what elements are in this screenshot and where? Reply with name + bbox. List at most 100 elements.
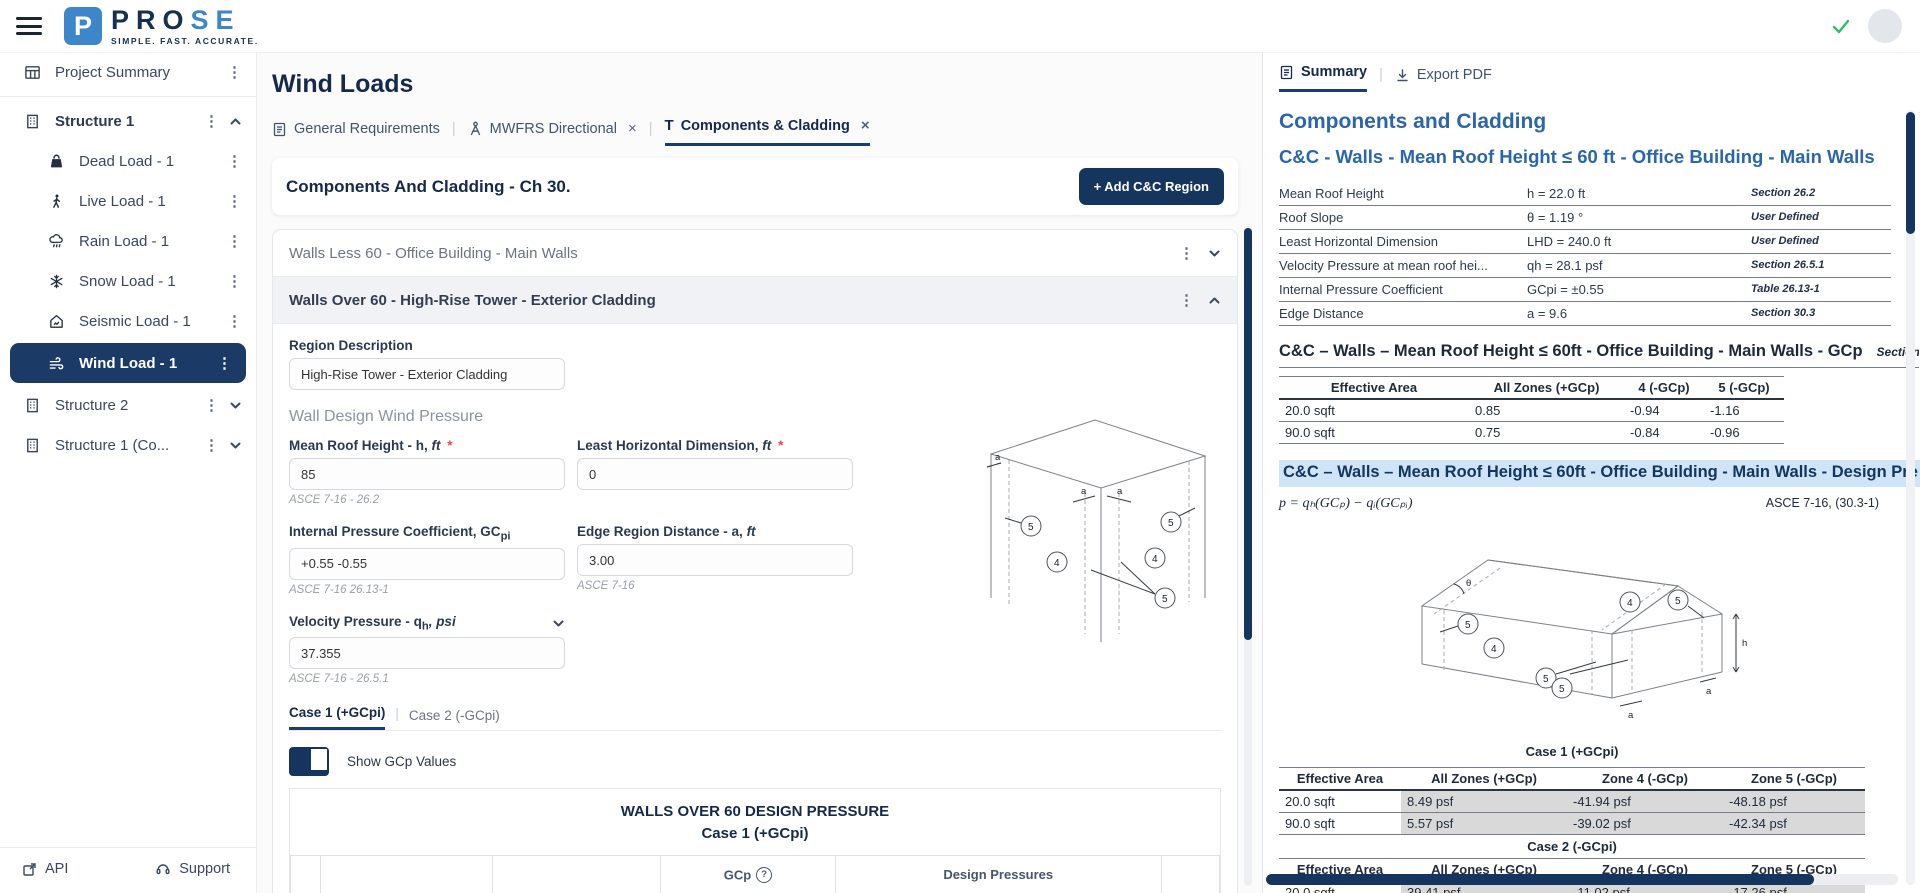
sidebar-item-rain-load[interactable]: Rain Load - 1 ⋮ bbox=[0, 221, 256, 261]
saved-check-icon bbox=[1832, 19, 1850, 34]
kebab-menu-icon[interactable]: ⋮ bbox=[227, 194, 242, 209]
api-link[interactable]: API bbox=[22, 861, 68, 877]
show-gcp-toggle-label: Show GCp Values bbox=[347, 754, 457, 770]
design-pressure-heading: C&C – Walls – Mean Roof Height ≤ 60ft - … bbox=[1279, 459, 1920, 487]
mwfrs-icon bbox=[468, 121, 483, 136]
sidebar-item-seismic-load[interactable]: Seismic Load - 1 ⋮ bbox=[0, 301, 256, 341]
sidebar-item-structure-2[interactable]: Structure 2 ⋮ bbox=[0, 385, 256, 425]
divider: | bbox=[395, 706, 399, 722]
summary-panel-tabs: Summary | Export PDF bbox=[1279, 52, 1890, 92]
help-icon[interactable]: ? bbox=[756, 866, 773, 883]
divider bbox=[0, 96, 256, 97]
kebab-menu-icon[interactable]: ⋮ bbox=[217, 356, 232, 371]
svg-text:5: 5 bbox=[1465, 620, 1471, 631]
menu-icon[interactable] bbox=[16, 17, 42, 35]
main-scrollbar-thumb[interactable] bbox=[1244, 228, 1252, 640]
snowflake-icon bbox=[48, 273, 65, 290]
accordion-walls-over-60[interactable]: Walls Over 60 - High-Rise Tower - Exteri… bbox=[273, 277, 1237, 324]
summary-panel: Summary | Export PDF Components and Clad… bbox=[1262, 52, 1920, 893]
asce-reference: ASCE 7-16 26.13-1 bbox=[289, 583, 389, 596]
svg-text:a: a bbox=[1706, 686, 1712, 697]
main-content: Wind Loads General Requirements | MWFRS … bbox=[256, 52, 1262, 893]
chevron-up-icon[interactable] bbox=[1208, 294, 1221, 307]
accordion-walls-less-60[interactable]: Walls Less 60 - Office Building - Main W… bbox=[273, 230, 1237, 277]
logo-badge: P bbox=[64, 7, 102, 45]
internal-pressure-coefficient-input[interactable] bbox=[289, 547, 565, 580]
svg-text:4: 4 bbox=[1152, 554, 1158, 565]
support-link[interactable]: Support bbox=[155, 861, 230, 877]
document-icon bbox=[1279, 65, 1294, 80]
kebab-menu-icon[interactable]: ⋮ bbox=[227, 65, 242, 80]
kebab-menu-icon[interactable]: ⋮ bbox=[1179, 293, 1194, 308]
tab-case-2[interactable]: Case 2 (-GCpi) bbox=[409, 708, 500, 730]
velocity-pressure-label: Velocity Pressure - qh, psi bbox=[289, 613, 456, 633]
kebab-menu-icon[interactable]: ⋮ bbox=[204, 114, 219, 129]
svg-text:a: a bbox=[1628, 710, 1634, 721]
svg-text:5: 5 bbox=[1168, 518, 1174, 529]
region-form: Region Description Wall Design Wind Pres… bbox=[273, 324, 1237, 893]
sidebar-item-project-summary[interactable]: Project Summary ⋮ bbox=[0, 52, 256, 92]
table-row: 90.0 sqft 5.57 psf -39.02 psf -42.34 psf bbox=[1279, 812, 1865, 835]
chevron-down-icon[interactable] bbox=[1208, 247, 1221, 260]
mean-roof-height-input[interactable] bbox=[289, 458, 565, 490]
sidebar-item-live-load[interactable]: Live Load - 1 ⋮ bbox=[0, 181, 256, 221]
least-horizontal-dimension-input[interactable] bbox=[577, 458, 853, 490]
svg-text:h: h bbox=[1742, 638, 1747, 649]
internal-pressure-coefficient-label: Internal Pressure Coefficient, GCpi bbox=[289, 524, 511, 543]
divider: | bbox=[1379, 67, 1383, 83]
app-root: P PROSE SIMPLE. FAST. ACCURATE. Project … bbox=[0, 0, 1920, 893]
sidebar-item-structure-1-copy[interactable]: Structure 1 (Co... ⋮ bbox=[0, 425, 256, 465]
tab-mwfrs-directional[interactable]: MWFRS Directional × bbox=[468, 120, 637, 146]
prose-logo[interactable]: P PROSE SIMPLE. FAST. ACCURATE. bbox=[64, 6, 259, 46]
velocity-pressure-input[interactable] bbox=[289, 637, 565, 670]
property-row: Least Horizontal Dimension LHD = 240.0 ft… bbox=[1279, 230, 1891, 254]
tab-summary[interactable]: Summary bbox=[1279, 64, 1368, 92]
kebab-menu-icon[interactable]: ⋮ bbox=[227, 234, 242, 249]
table-row: 20.0 sqft 0.85 -0.94 -1.16 bbox=[1279, 398, 1784, 422]
close-icon[interactable]: × bbox=[861, 117, 870, 134]
summary-hscrollbar-thumb[interactable] bbox=[1266, 874, 1814, 885]
chevron-down-icon[interactable] bbox=[229, 399, 242, 412]
summary-hscrollbar-track bbox=[1266, 874, 1898, 885]
property-row: Edge Distance a = 9.6 Section 30.3 bbox=[1279, 302, 1891, 326]
property-row: Mean Roof Height h = 22.0 ft Section 26.2 bbox=[1279, 182, 1891, 206]
sidebar-item-wind-load[interactable]: Wind Load - 1 ⋮ bbox=[10, 343, 246, 383]
edge-region-distance-input[interactable] bbox=[577, 544, 853, 576]
kebab-menu-icon[interactable]: ⋮ bbox=[1179, 246, 1194, 261]
kebab-menu-icon[interactable]: ⋮ bbox=[227, 274, 242, 289]
case-tabs: Case 1 (+GCpi) | Case 2 (-GCpi) bbox=[289, 705, 1221, 732]
mean-roof-height-label: Mean Roof Height - h, ft * bbox=[289, 438, 453, 453]
sidebar-item-dead-load[interactable]: Dead Load - 1 ⋮ bbox=[0, 141, 256, 181]
show-gcp-toggle[interactable] bbox=[289, 747, 329, 777]
tab-case-1[interactable]: Case 1 (+GCpi) bbox=[289, 705, 386, 731]
tab-export-pdf[interactable]: Export PDF bbox=[1395, 67, 1492, 92]
asce-reference: ASCE 7-16 bbox=[577, 580, 635, 592]
chevron-up-icon[interactable] bbox=[229, 115, 242, 128]
col-action: Action bbox=[1160, 854, 1221, 893]
building-icon bbox=[24, 113, 41, 130]
add-cc-region-button[interactable]: + Add C&C Region bbox=[1078, 168, 1224, 205]
svg-text:a: a bbox=[995, 452, 1001, 463]
chevron-down-icon[interactable] bbox=[229, 439, 242, 452]
summary-title: Components and Cladding bbox=[1279, 110, 1547, 133]
tab-general-requirements[interactable]: General Requirements bbox=[272, 121, 440, 146]
svg-text:a: a bbox=[1081, 486, 1087, 497]
close-icon[interactable]: × bbox=[628, 120, 637, 137]
tab-components-cladding[interactable]: T Components & Cladding × bbox=[664, 117, 870, 146]
chevron-down-icon[interactable] bbox=[552, 617, 565, 630]
kebab-menu-icon[interactable]: ⋮ bbox=[204, 398, 219, 413]
building-icon bbox=[24, 397, 41, 414]
svg-text:5: 5 bbox=[1162, 594, 1168, 605]
kebab-menu-icon[interactable]: ⋮ bbox=[227, 154, 242, 169]
summary-scrollbar-thumb[interactable] bbox=[1906, 112, 1915, 234]
avatar[interactable] bbox=[1868, 9, 1902, 43]
kebab-menu-icon[interactable]: ⋮ bbox=[204, 438, 219, 453]
kebab-menu-icon[interactable]: ⋮ bbox=[227, 314, 242, 329]
sidebar-item-structure-1[interactable]: Structure 1 ⋮ bbox=[0, 101, 256, 141]
pressure-table-title: WALLS OVER 60 DESIGN PRESSURE Case 1 (+G… bbox=[620, 803, 890, 843]
divider: | bbox=[648, 121, 653, 137]
svg-text:5: 5 bbox=[1543, 674, 1549, 685]
sidebar: Project Summary ⋮ Structure 1 ⋮ Dead Loa… bbox=[0, 52, 257, 893]
region-description-input[interactable] bbox=[289, 358, 565, 390]
sidebar-item-snow-load[interactable]: Snow Load - 1 ⋮ bbox=[0, 261, 256, 301]
